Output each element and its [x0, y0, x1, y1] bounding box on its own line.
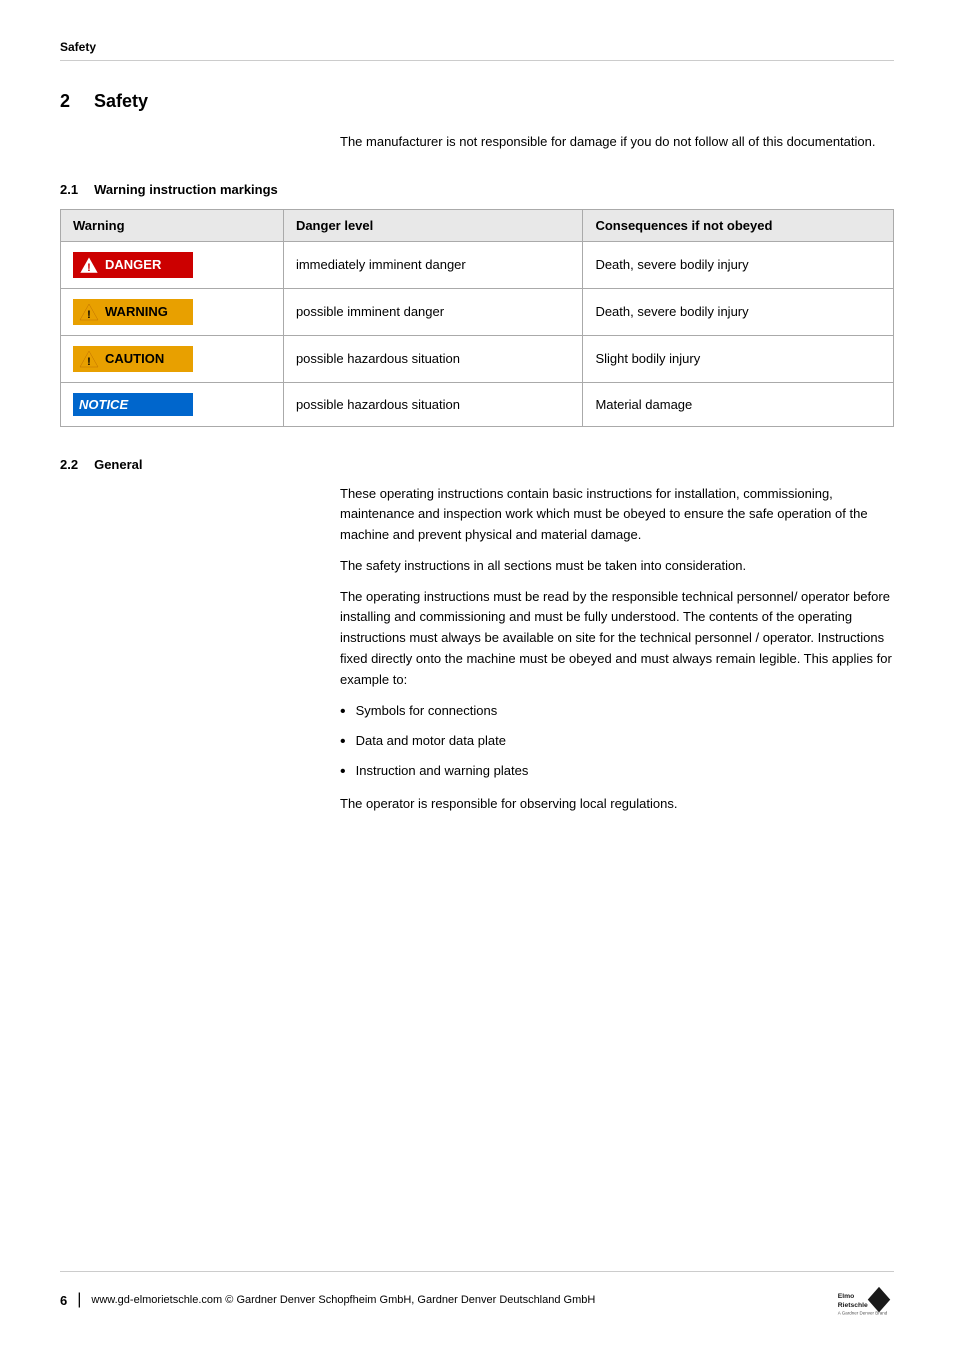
caution-triangle-icon: ! — [79, 350, 99, 368]
caution-badge: ! CAUTION — [73, 346, 193, 372]
page: Safety 2 Safety The manufacturer is not … — [0, 0, 954, 1350]
list-item-text: Symbols for connections — [356, 701, 498, 722]
notice-consequence-cell: Material damage — [583, 382, 894, 426]
elmo-rietschle-logo: Elmo Rietschle A Gardner Denver Brand — [834, 1280, 894, 1320]
warning-consequence-cell: Death, severe bodily injury — [583, 288, 894, 335]
danger-triangle-icon: ! — [79, 256, 99, 274]
subsection-2-2-title: 2.2 General — [60, 457, 894, 472]
col-warning: Warning — [61, 209, 284, 241]
table-row: ! CAUTION possible hazardous situation S… — [61, 335, 894, 382]
table-row: NOTICE possible hazardous situation Mate… — [61, 382, 894, 426]
svg-text:Elmo: Elmo — [838, 1293, 855, 1300]
general-para-2: The safety instructions in all sections … — [340, 556, 894, 577]
warning-cell-caution: ! CAUTION — [61, 335, 284, 382]
page-footer: 6 | www.gd-elmorietschle.com © Gardner D… — [60, 1271, 894, 1320]
warning-cell-danger: ! DANGER — [61, 241, 284, 288]
list-item: Symbols for connections — [340, 701, 894, 723]
warning-table: Warning Danger level Consequences if not… — [60, 209, 894, 427]
intro-text: The manufacturer is not responsible for … — [340, 132, 894, 152]
footer-url-text: www.gd-elmorietschle.com — [91, 1294, 222, 1306]
footer-url: www.gd-elmorietschle.com © Gardner Denve… — [91, 1294, 595, 1306]
page-header: Safety — [60, 40, 894, 61]
subsection-2-1-title: 2.1 Warning instruction markings — [60, 182, 894, 197]
svg-text:!: ! — [87, 309, 91, 321]
subsection-2-1-name: Warning instruction markings — [94, 182, 278, 197]
caution-consequence-cell: Slight bodily injury — [583, 335, 894, 382]
caution-label: CAUTION — [105, 351, 164, 366]
danger-label: DANGER — [105, 257, 161, 272]
subsection-2-2-number: 2.2 — [60, 457, 78, 472]
consequence-cell: Death, severe bodily injury — [583, 241, 894, 288]
footer-left: 6 | www.gd-elmorietschle.com © Gardner D… — [60, 1291, 595, 1309]
subsection-2-1-number: 2.1 — [60, 182, 78, 197]
intro-paragraph: The manufacturer is not responsible for … — [340, 134, 875, 149]
warning-label: WARNING — [105, 304, 168, 319]
general-para-1: These operating instructions contain bas… — [340, 484, 894, 546]
warning-level-cell: possible imminent danger — [283, 288, 583, 335]
col-danger-level: Danger level — [283, 209, 583, 241]
footer-copyright: © Gardner Denver Schopfheim GmbH, Gardne… — [225, 1294, 595, 1306]
warning-triangle-icon: ! — [79, 303, 99, 321]
general-para-3: The operating instructions must be read … — [340, 587, 894, 691]
svg-text:A Gardner Denver Brand: A Gardner Denver Brand — [838, 1311, 888, 1316]
warning-badge: ! WARNING — [73, 299, 193, 325]
section-name: Safety — [94, 91, 148, 112]
caution-level-cell: possible hazardous situation — [283, 335, 583, 382]
warning-cell-notice: NOTICE — [61, 382, 284, 426]
danger-badge: ! DANGER — [73, 252, 193, 278]
list-item-text: Data and motor data plate — [356, 731, 506, 752]
subsection-2-2-name: General — [94, 457, 142, 472]
list-item: Instruction and warning plates — [340, 761, 894, 783]
header-label: Safety — [60, 40, 96, 54]
warning-cell-warning: ! WARNING — [61, 288, 284, 335]
notice-label: NOTICE — [79, 397, 128, 412]
list-item: Data and motor data plate — [340, 731, 894, 753]
table-row: ! DANGER immediately imminent danger Dea… — [61, 241, 894, 288]
notice-level-cell: possible hazardous situation — [283, 382, 583, 426]
general-closing-para: The operator is responsible for observin… — [340, 794, 894, 815]
footer-separator: | — [77, 1291, 81, 1309]
danger-level-cell: immediately imminent danger — [283, 241, 583, 288]
section-title: 2 Safety — [60, 91, 894, 112]
svg-text:!: ! — [87, 262, 91, 274]
section-number: 2 — [60, 91, 70, 112]
col-consequences: Consequences if not obeyed — [583, 209, 894, 241]
page-number: 6 — [60, 1293, 67, 1308]
general-content: These operating instructions contain bas… — [340, 484, 894, 815]
svg-text:!: ! — [87, 356, 91, 368]
notice-badge: NOTICE — [73, 393, 193, 416]
table-row: ! WARNING possible imminent danger Death… — [61, 288, 894, 335]
logo-svg: Elmo Rietschle A Gardner Denver Brand — [834, 1280, 894, 1320]
bullet-list: Symbols for connections Data and motor d… — [340, 701, 894, 784]
list-item-text: Instruction and warning plates — [356, 761, 529, 782]
svg-text:Rietschle: Rietschle — [838, 1302, 868, 1309]
